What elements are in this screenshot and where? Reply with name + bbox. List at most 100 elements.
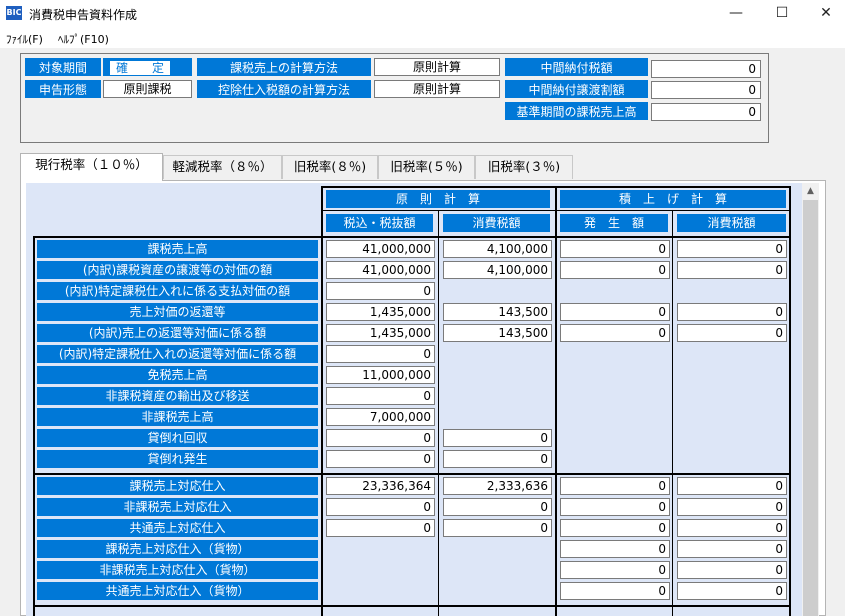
grid-divider-col2 <box>438 210 439 616</box>
value-cell-c3[interactable]: 0 <box>560 540 670 558</box>
tab-old-rate-8[interactable]: 旧税率(８％) <box>282 155 378 179</box>
row-label: 課税売上対応仕入 <box>37 477 318 495</box>
deduction-method-label: 控除仕入税額の計算方法 <box>197 80 371 98</box>
sales-method-label: 課税売上の計算方法 <box>197 58 371 76</box>
menu-file[interactable]: ﾌｧｲﾙ(F) <box>6 31 43 47</box>
row-label: 売上対価の返還等 <box>37 303 318 321</box>
value-cell-c3[interactable]: 0 <box>560 261 670 279</box>
row-label: 貸倒れ発生 <box>37 450 318 468</box>
menu-help[interactable]: ﾍﾙﾌﾟ(F10) <box>58 31 109 47</box>
value-cell-c3[interactable]: 0 <box>560 561 670 579</box>
value-cell-c4[interactable]: 0 <box>677 240 787 258</box>
grid-divider-col4 <box>672 210 673 616</box>
value-cell-c1[interactable]: 11,000,000 <box>326 366 435 384</box>
interim-tax-input[interactable]: 0 <box>651 60 761 78</box>
col-header-occurrence: 発 生 額 <box>560 214 668 232</box>
value-cell-c2[interactable]: 0 <box>443 498 552 516</box>
value-cell-c4[interactable]: 0 <box>677 324 787 342</box>
deduction-method-value[interactable]: 原則計算 <box>374 80 500 98</box>
principle-group-header: 原 則 計 算 <box>326 190 550 208</box>
period-select[interactable]: 確 定 <box>103 58 192 76</box>
interim-tax-label: 中間納付税額 <box>505 58 648 76</box>
value-cell-c1[interactable]: 41,000,000 <box>326 261 435 279</box>
value-cell-c1[interactable]: 0 <box>326 498 435 516</box>
value-cell-c3[interactable]: 0 <box>560 303 670 321</box>
col-header-accum-tax: 消費税額 <box>677 214 786 232</box>
value-cell-c3[interactable]: 0 <box>560 240 670 258</box>
tab-reduced-rate[interactable]: 軽減税率（８％） <box>163 155 282 179</box>
row-label: 非課税売上対応仕入 <box>37 498 318 516</box>
scrollbar-thumb[interactable] <box>803 200 818 616</box>
menu-bar <box>0 28 845 48</box>
tab-current-rate[interactable]: 現行税率（１０％） <box>20 153 163 181</box>
value-cell-c4[interactable]: 0 <box>677 261 787 279</box>
value-cell-c1[interactable]: 0 <box>326 387 435 405</box>
value-cell-c4[interactable]: 0 <box>677 561 787 579</box>
minimize-button[interactable]: — <box>713 0 759 28</box>
value-cell-c4[interactable]: 0 <box>677 540 787 558</box>
row-label: 非課税売上対応仕入（貨物） <box>37 561 318 579</box>
value-cell-c2[interactable]: 0 <box>443 519 552 537</box>
period-select-value: 確 定 <box>110 61 171 75</box>
row-label: 共通売上対応仕入 <box>37 519 318 537</box>
value-cell-c2[interactable]: 143,500 <box>443 303 552 321</box>
close-button[interactable]: ✕ <box>803 0 845 28</box>
value-cell-c1[interactable]: 1,435,000 <box>326 303 435 321</box>
scroll-up-icon[interactable]: ▲ <box>802 183 819 200</box>
base-sales-label: 基準期間の課税売上高 <box>505 102 648 120</box>
period-label: 対象期間 <box>25 58 101 76</box>
value-cell-c1[interactable]: 41,000,000 <box>326 240 435 258</box>
value-cell-c4[interactable]: 0 <box>677 477 787 495</box>
base-sales-input[interactable]: 0 <box>651 103 761 121</box>
col-header-amount: 税込・税抜額 <box>326 214 433 232</box>
value-cell-c2[interactable]: 2,333,636 <box>443 477 552 495</box>
value-cell-c1[interactable]: 0 <box>326 345 435 363</box>
row-label: 課税売上対応仕入（貨物） <box>37 540 318 558</box>
value-cell-c2[interactable]: 4,100,000 <box>443 261 552 279</box>
value-cell-c1[interactable]: 0 <box>326 519 435 537</box>
row-label: 免税売上高 <box>37 366 318 384</box>
filing-type-label: 申告形態 <box>25 80 101 98</box>
row-label: 貸倒れ回収 <box>37 429 318 447</box>
col-header-tax: 消費税額 <box>443 214 550 232</box>
maximize-button[interactable]: ☐ <box>759 0 805 28</box>
row-label: (内訳)売上の返還等対価に係る額 <box>37 324 318 342</box>
value-cell-c2[interactable]: 4,100,000 <box>443 240 552 258</box>
grid-divider-subhead <box>321 210 791 211</box>
value-cell-c4[interactable]: 0 <box>677 519 787 537</box>
value-cell-c1[interactable]: 23,336,364 <box>326 477 435 495</box>
filing-type-value[interactable]: 原則課税 <box>103 80 192 98</box>
value-cell-c4[interactable]: 0 <box>677 303 787 321</box>
accum-group-header: 積 上 げ 計 算 <box>560 190 786 208</box>
value-cell-c1[interactable]: 0 <box>326 429 435 447</box>
value-cell-c2[interactable]: 0 <box>443 429 552 447</box>
tab-old-rate-5[interactable]: 旧税率(５％) <box>378 155 475 179</box>
tab-old-rate-3[interactable]: 旧税率(３％) <box>475 155 573 179</box>
value-cell-c2[interactable]: 143,500 <box>443 324 552 342</box>
row-label: 非課税資産の輸出及び移送 <box>37 387 318 405</box>
window-title: 消費税申告資料作成 <box>29 8 138 22</box>
grid-divider-purchase <box>33 473 791 475</box>
grid-border-sales-top <box>33 236 791 238</box>
grid-border-left <box>33 236 35 616</box>
value-cell-c4[interactable]: 0 <box>677 498 787 516</box>
row-label: (内訳)特定課税仕入れの返還等対価に係る額 <box>37 345 318 363</box>
value-cell-c4[interactable]: 0 <box>677 582 787 600</box>
value-cell-c1[interactable]: 1,435,000 <box>326 324 435 342</box>
value-cell-c1[interactable]: 0 <box>326 282 435 300</box>
interim-transfer-label: 中間納付譲渡割額 <box>505 80 648 98</box>
interim-transfer-input[interactable]: 0 <box>651 81 761 99</box>
row-label: (内訳)課税資産の譲渡等の対価の額 <box>37 261 318 279</box>
app-logo-icon: BIC <box>6 6 22 20</box>
value-cell-c3[interactable]: 0 <box>560 477 670 495</box>
value-cell-c2[interactable]: 0 <box>443 450 552 468</box>
value-cell-c3[interactable]: 0 <box>560 498 670 516</box>
sales-method-value[interactable]: 原則計算 <box>374 58 500 76</box>
value-cell-c3[interactable]: 0 <box>560 519 670 537</box>
row-label: 共通売上対応仕入（貨物） <box>37 582 318 600</box>
grid-border-bottom <box>33 605 791 607</box>
value-cell-c3[interactable]: 0 <box>560 324 670 342</box>
value-cell-c1[interactable]: 0 <box>326 450 435 468</box>
value-cell-c3[interactable]: 0 <box>560 582 670 600</box>
value-cell-c1[interactable]: 7,000,000 <box>326 408 435 426</box>
